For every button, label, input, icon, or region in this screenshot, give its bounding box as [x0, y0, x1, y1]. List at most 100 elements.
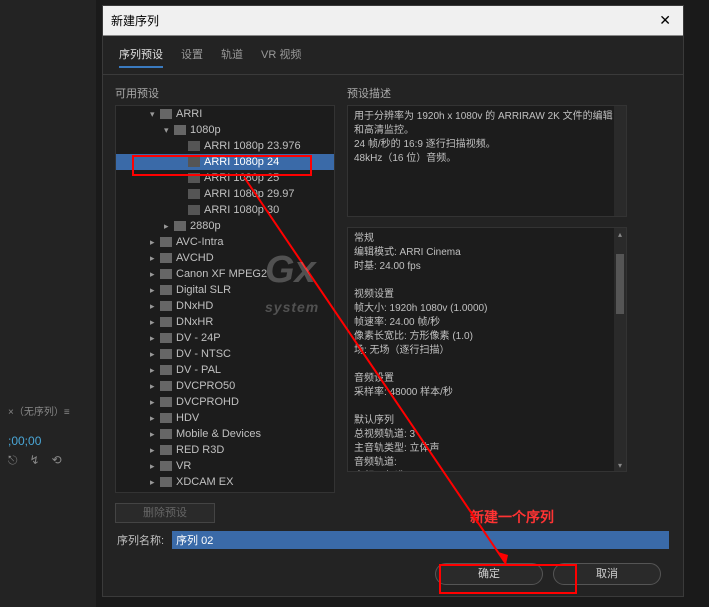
preset-desc-label: 预设描述	[347, 85, 671, 101]
folder-icon	[174, 125, 186, 135]
chevron-icon[interactable]: ▸	[150, 317, 160, 328]
tree-folder[interactable]: ▸DVCPROHD	[116, 394, 334, 410]
chevron-icon[interactable]: ▸	[150, 349, 160, 360]
chevron-icon[interactable]: ▸	[150, 269, 160, 280]
tree-preset-item[interactable]: ARRI 1080p 24	[116, 154, 334, 170]
tab-vr[interactable]: VR 视频	[261, 46, 301, 68]
chevron-icon[interactable]: ▸	[150, 445, 160, 456]
project-icons: ⎋ ↯ ⟲	[8, 453, 62, 468]
folder-icon	[160, 285, 172, 295]
folder-icon	[160, 317, 172, 327]
tree-item-label: DVCPRO50	[176, 380, 235, 392]
tab-tracks[interactable]: 轨道	[221, 46, 243, 68]
scroll-up-icon[interactable]: ▴	[614, 228, 626, 240]
chevron-icon[interactable]: ▸	[150, 285, 160, 296]
tree-folder[interactable]: ▸ HDV	[116, 410, 334, 426]
panel-icon[interactable]: ⟲	[52, 453, 62, 468]
app-background	[0, 0, 96, 607]
scroll-thumb[interactable]	[616, 254, 624, 314]
preset-tree[interactable]: ▾ARRI▾1080pARRI 1080p 23.976ARRI 1080p 2…	[115, 105, 335, 493]
chevron-icon[interactable]: ▸	[150, 333, 160, 344]
preset-file-icon	[188, 173, 200, 183]
folder-icon	[160, 237, 172, 247]
sequence-name-label: 序列名称:	[117, 532, 164, 548]
tree-item-label: DNxHR	[176, 316, 213, 328]
tree-folder[interactable]: ▸ Mobile & Devices	[116, 426, 334, 442]
chevron-icon[interactable]: ▾	[164, 125, 174, 136]
tree-folder[interactable]: ▸2880p	[116, 218, 334, 234]
tree-preset-item[interactable]: ARRI 1080p 29.97	[116, 186, 334, 202]
tree-preset-item[interactable]: ARRI 1080p 23.976	[116, 138, 334, 154]
tree-folder[interactable]: ▸DV - NTSC	[116, 346, 334, 362]
chevron-icon[interactable]: ▸	[150, 381, 160, 392]
tree-folder[interactable]: ▸ DV - 24P	[116, 330, 334, 346]
tab-preset[interactable]: 序列预设	[119, 46, 163, 68]
new-sequence-dialog: 新建序列 ✕ 序列预设 设置 轨道 VR 视频 可用预设 ▾ARRI▾1080p…	[102, 5, 684, 597]
chevron-icon[interactable]: ▸	[164, 221, 174, 232]
tree-folder[interactable]: ▸Canon XF MPEG2	[116, 266, 334, 282]
folder-icon	[160, 333, 172, 343]
folder-icon	[174, 221, 186, 231]
chevron-icon[interactable]: ▸	[150, 477, 160, 488]
preset-file-icon	[188, 157, 200, 167]
tree-folder[interactable]: ▸ AVC-Intra	[116, 234, 334, 250]
tree-item-label: DV - 24P	[176, 332, 221, 344]
preset-file-icon	[188, 141, 200, 151]
panel-icon[interactable]: ↯	[30, 453, 40, 468]
dialog-title: 新建序列	[111, 12, 655, 29]
timecode[interactable]: ;00;00	[0, 434, 41, 448]
cancel-button[interactable]: 取消	[553, 563, 661, 585]
folder-icon	[160, 253, 172, 263]
panel-icon[interactable]: ⎋	[8, 453, 18, 468]
tree-folder[interactable]: ▸ DNxHD	[116, 298, 334, 314]
chevron-icon[interactable]: ▸	[150, 237, 160, 248]
tree-folder[interactable]: ▸ DNxHR	[116, 314, 334, 330]
tree-folder[interactable]: ▾ 1080p	[116, 122, 334, 138]
tree-item-label: Mobile & Devices	[176, 428, 261, 440]
chevron-icon[interactable]: ▸	[150, 429, 160, 440]
tab-settings[interactable]: 设置	[181, 46, 203, 68]
chevron-icon[interactable]: ▸	[150, 253, 160, 264]
close-icon[interactable]: ✕	[655, 12, 675, 29]
chevron-icon[interactable]: ▸	[150, 461, 160, 472]
chevron-icon[interactable]: ▸	[150, 413, 160, 424]
tree-item-label: ARRI 1080p 25	[204, 172, 279, 184]
tree-folder[interactable]: ▸ DVCPRO50	[116, 378, 334, 394]
tree-item-label: DNxHD	[176, 300, 213, 312]
folder-icon	[160, 477, 172, 487]
chevron-icon[interactable]: ▸	[150, 301, 160, 312]
tree-item-label: AVC-Intra	[176, 236, 223, 248]
chevron-icon[interactable]: ▸	[150, 397, 160, 408]
scrollbar[interactable]	[614, 106, 626, 216]
scrollbar[interactable]: ▴ ▾	[614, 228, 626, 471]
tree-folder[interactable]: ▸DV - PAL	[116, 362, 334, 378]
tree-preset-item[interactable]: ARRI 1080p 25	[116, 170, 334, 186]
chevron-icon[interactable]: ▾	[150, 109, 160, 120]
tree-preset-item[interactable]: ARRI 1080p 30	[116, 202, 334, 218]
preset-info: 常规编辑模式: ARRI Cinema时基: 24.00 fps 视频设置帧大小…	[347, 227, 627, 472]
folder-icon	[160, 301, 172, 311]
chevron-icon[interactable]: ▸	[150, 365, 160, 376]
tree-item-label: HDV	[176, 412, 199, 424]
scroll-down-icon[interactable]: ▾	[614, 459, 626, 471]
sequence-name-input[interactable]	[172, 531, 669, 549]
tree-folder[interactable]: ▸Digital SLR	[116, 282, 334, 298]
tree-folder[interactable]: ▸ XDCAM EX	[116, 474, 334, 490]
folder-icon	[160, 365, 172, 375]
tree-folder[interactable]: ▸ RED R3D	[116, 442, 334, 458]
dialog-titlebar: 新建序列 ✕	[103, 6, 683, 36]
tree-item-label: XDCAM EX	[176, 476, 233, 488]
preset-file-icon	[188, 205, 200, 215]
folder-icon	[160, 445, 172, 455]
tree-folder[interactable]: ▸AVCHD	[116, 250, 334, 266]
folder-icon	[160, 397, 172, 407]
tree-item-label: ARRI 1080p 23.976	[204, 140, 301, 152]
tree-item-label: RED R3D	[176, 444, 224, 456]
tree-item-label: 1080p	[190, 124, 221, 136]
project-panel-header: ×（无序列）≡	[0, 403, 70, 418]
preset-description: 用于分辨率为 1920h x 1080v 的 ARRIRAW 2K 文件的编辑和…	[347, 105, 627, 217]
ok-button[interactable]: 确定	[435, 563, 543, 585]
delete-preset-button[interactable]: 删除预设	[115, 503, 215, 523]
tree-folder[interactable]: ▸VR	[116, 458, 334, 474]
tree-folder[interactable]: ▾ARRI	[116, 106, 334, 122]
